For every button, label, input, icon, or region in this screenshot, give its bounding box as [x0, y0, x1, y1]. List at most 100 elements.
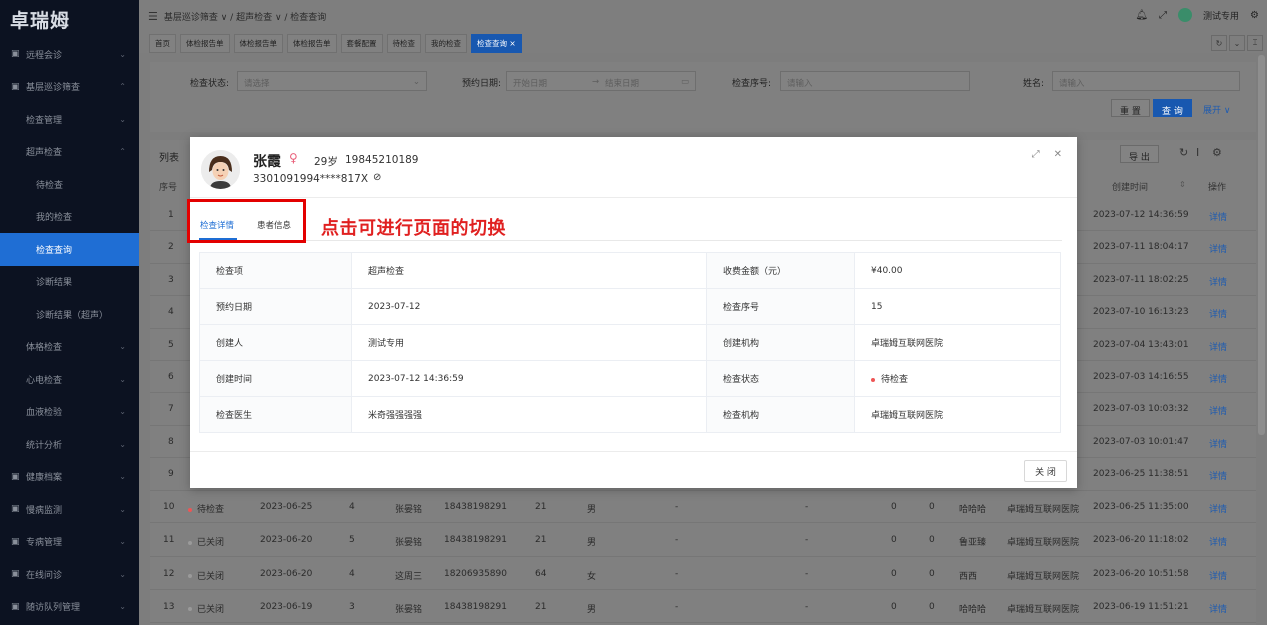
sidebar-item[interactable]: ▣ 远程会诊 ⌄ — [0, 38, 139, 71]
chevron-down-icon: ⌄ — [119, 374, 126, 384]
sidebar-item[interactable]: 心电检查 ⌄ — [0, 363, 139, 396]
page-tab[interactable]: 体检报告单 — [180, 33, 230, 53]
detail-link[interactable]: 详情 — [1209, 602, 1227, 615]
page-tab[interactable]: 待检查 — [386, 33, 421, 53]
app: 卓瑞姆 ▣ 远程会诊 ⌄ ▣ 基层巡诊筛查 ⌃ 检查管理 ⌄ 超声检查 ⌃ 待检查 我的检查 检查查询诊… — [0, 0, 1267, 625]
calendar-icon: ▭ — [680, 77, 689, 87]
page-tab[interactable]: 体检报告单 — [233, 33, 283, 53]
cell-phone: 18438198291 — [444, 502, 507, 512]
cell-d2: - — [805, 601, 809, 612]
tab-tools: ↻ ⌄ ⌶ — [1211, 35, 1263, 51]
close-icon[interactable]: ✕ — [1054, 149, 1062, 160]
fullscreen-icon[interactable]: ⤢ — [1159, 10, 1167, 21]
page-tab[interactable]: 套餐配置 — [340, 33, 383, 53]
sidebar-item[interactable]: 检查管理 ⌄ — [0, 103, 139, 136]
chevron-down-icon: ⌄ — [119, 114, 126, 124]
chevron-down-icon[interactable]: ⌄ — [1229, 35, 1245, 51]
sidebar-item-label: 在线问诊 — [26, 570, 63, 581]
cell-sex: 男 — [587, 604, 597, 615]
detail-link[interactable]: 详情 — [1209, 535, 1227, 548]
close-button[interactable]: 关 闭 — [1024, 460, 1067, 482]
status-select[interactable]: 请选择 ⌄ — [237, 71, 427, 91]
cell-name: 张晏铭 — [395, 538, 423, 549]
detail-link[interactable]: 详情 — [1209, 210, 1227, 223]
detail-link[interactable]: 详情 — [1209, 275, 1227, 288]
detail-link[interactable]: 详情 — [1209, 242, 1227, 255]
detail-link[interactable]: 详情 — [1209, 307, 1227, 320]
status-label: 检查状态: — [190, 79, 230, 89]
sidebar-item[interactable]: 诊断结果（超声） — [0, 298, 139, 331]
eye-hidden-icon[interactable]: ⊘ — [373, 172, 381, 183]
reset-button[interactable]: 重 置 — [1111, 99, 1150, 117]
expand-link[interactable]: 展开 ∨ — [1203, 103, 1230, 116]
sidebar-item-label: 基层巡诊筛查 — [26, 83, 81, 94]
cell-created: 2023-06-25 11:35:00 — [1093, 502, 1189, 512]
query-button[interactable]: 查 询 — [1153, 99, 1192, 117]
sidebar-item[interactable]: ▣ 慢病监测 ⌄ — [0, 493, 139, 526]
sidebar-item[interactable]: ▣ 基层巡诊筛查 ⌃ — [0, 71, 139, 104]
detail-row: 预约日期 2023-07-12 检查序号 15 — [199, 288, 1061, 325]
page-tab[interactable]: 首页 — [149, 33, 176, 53]
bell-icon[interactable]: 🔔︎ — [1135, 10, 1148, 21]
fullscreen-icon[interactable]: ⤢ — [1032, 149, 1040, 160]
sidebar-item[interactable]: ▣ 随访队列管理 ⌄ — [0, 591, 139, 624]
sidebar-item[interactable]: ▣ 在线问诊 ⌄ — [0, 558, 139, 591]
cell-seq: 11 — [163, 535, 175, 546]
remote-icon: ▣ — [11, 49, 20, 60]
cell-d1: - — [675, 535, 679, 546]
cell-doctor: 哈哈哈 — [959, 604, 987, 615]
sidebar-item[interactable]: 血液检验 ⌄ — [0, 396, 139, 429]
sidebar-item-label: 体格检查 — [26, 343, 63, 354]
sidebar-item[interactable]: ▣ 专病管理 ⌄ — [0, 526, 139, 559]
sidebar-item[interactable]: 检查查询 — [0, 233, 139, 266]
sidebar-item[interactable]: 我的检查 — [0, 201, 139, 234]
sidebar-item[interactable]: ▣ 健康档案 ⌄ — [0, 461, 139, 494]
page-tab[interactable]: 我的检查 — [425, 33, 467, 53]
detail-value: ¥40.00 — [854, 252, 1061, 289]
detail-key: 检查医生 — [199, 396, 352, 433]
detail-key: 检查机构 — [706, 396, 855, 433]
pin-icon[interactable]: ⌶ — [1247, 35, 1263, 51]
cell-seq: 10 — [163, 502, 175, 512]
settings-icon[interactable]: ⚙ — [1250, 10, 1259, 21]
status-placeholder: 请选择 — [244, 79, 270, 89]
sidebar-item-label: 我的检查 — [36, 213, 73, 224]
highlight-box — [187, 199, 306, 243]
tab-baseline — [199, 240, 1062, 241]
detail-link[interactable]: 详情 — [1209, 569, 1227, 582]
detail-link[interactable]: 详情 — [1209, 404, 1227, 417]
detail-value: 2023-07-12 — [351, 288, 707, 325]
date-range-picker[interactable]: 开始日期 → 结束日期 ▭ — [506, 71, 696, 91]
sidebar-item[interactable]: 诊断结果 — [0, 266, 139, 299]
page-tab[interactable]: 体检报告单 — [287, 33, 337, 53]
menu-fold-icon[interactable]: ☰ — [148, 10, 158, 23]
scrollbar[interactable] — [1258, 55, 1265, 435]
detail-link[interactable]: 详情 — [1209, 437, 1227, 450]
chevron-down-icon: ⌄ — [119, 439, 126, 449]
column-height-icon[interactable]: Ι — [1196, 146, 1199, 159]
page-tab[interactable]: 检查查询 × — [471, 33, 522, 53]
detail-link[interactable]: 详情 — [1209, 502, 1227, 515]
seq-input[interactable]: 请输入 — [780, 71, 970, 91]
sidebar-item[interactable]: 待检查 — [0, 168, 139, 201]
detail-value: 卓瑞姆互联网医院 — [854, 396, 1061, 433]
sort-icon[interactable]: ⇕ — [1179, 180, 1186, 189]
refresh-icon[interactable]: ↻ — [1211, 35, 1227, 51]
export-button[interactable]: 导 出 — [1120, 145, 1159, 163]
cell-phone: 18438198291 — [444, 601, 507, 612]
detail-link[interactable]: 详情 — [1209, 340, 1227, 353]
sidebar-item-label: 慢病监测 — [26, 505, 63, 516]
cell-n1: 0 — [891, 535, 897, 546]
sidebar-item[interactable]: 超声检查 ⌃ — [0, 136, 139, 169]
user-name[interactable]: 测试专用 — [1203, 9, 1239, 22]
table-row: 11 已关闭 2023-06-20 5 张晏铭 18438198291 21 男 - - 0 0 鲁亚臻… — [150, 524, 1256, 557]
refresh-icon[interactable]: ↻ — [1179, 146, 1188, 159]
consult-icon: ▣ — [11, 569, 20, 580]
gear-icon[interactable]: ⚙ — [1212, 146, 1222, 159]
detail-link[interactable]: 详情 — [1209, 469, 1227, 482]
user-avatar[interactable] — [1178, 8, 1193, 22]
name-input[interactable]: 请输入 — [1052, 71, 1240, 91]
sidebar-item[interactable]: 统计分析 ⌄ — [0, 428, 139, 461]
detail-link[interactable]: 详情 — [1209, 372, 1227, 385]
sidebar-item[interactable]: 体格检查 ⌄ — [0, 331, 139, 364]
